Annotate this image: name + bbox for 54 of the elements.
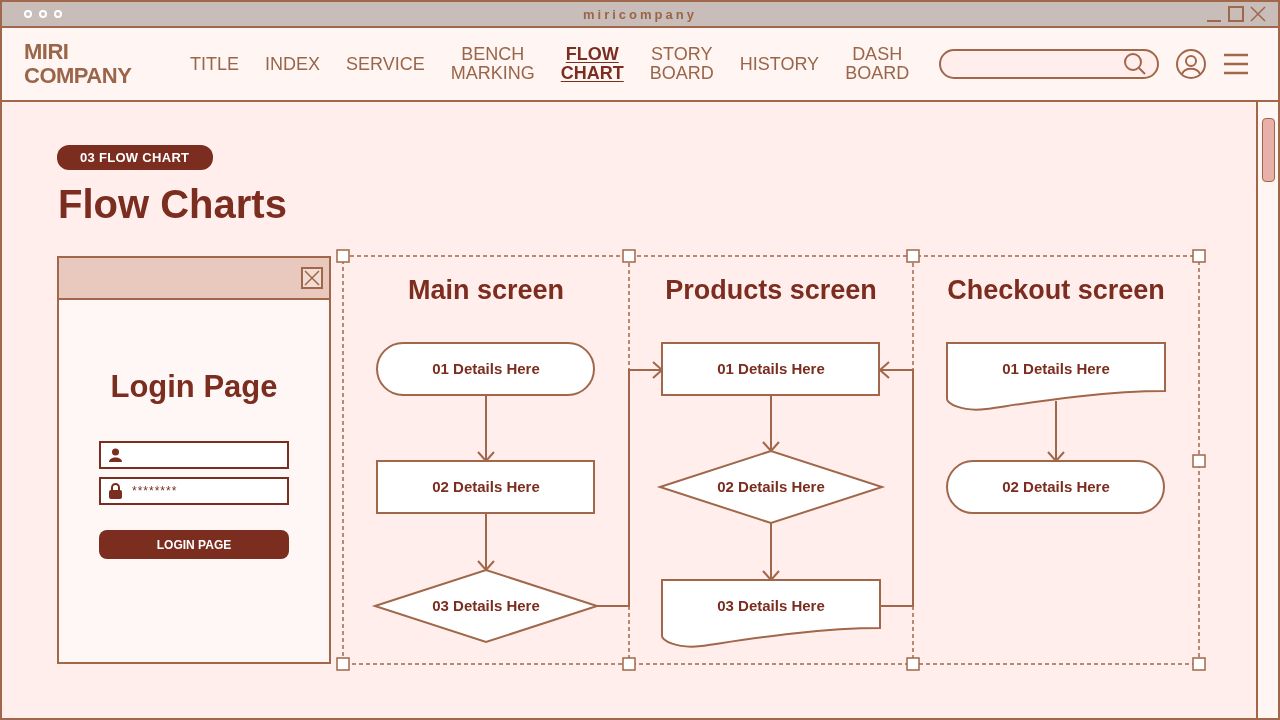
user-icon	[109, 448, 122, 462]
selection-handle[interactable]	[906, 657, 920, 671]
menu-icon[interactable]	[1223, 52, 1250, 76]
selection-handle[interactable]	[336, 249, 350, 263]
window-dot[interactable]	[39, 10, 47, 18]
document-shape: 01 Details Here	[946, 342, 1166, 411]
login-title: Login Page	[110, 369, 278, 405]
terminal-node: 02 Details Here	[946, 460, 1165, 514]
column-title: Products screen	[665, 275, 877, 305]
window-title: miricompany	[583, 6, 697, 22]
password-value: ********	[132, 484, 178, 498]
lock-icon	[109, 483, 122, 499]
selection-handle[interactable]	[906, 249, 920, 263]
process-box: 01 Details Here	[661, 342, 880, 396]
selection-handle[interactable]	[336, 657, 350, 671]
nav-link[interactable]: TITLE	[190, 54, 239, 74]
nav-link[interactable]: FLOW CHART	[560, 45, 624, 83]
search-icon[interactable]	[1123, 52, 1148, 76]
close-icon[interactable]	[1250, 6, 1266, 22]
nav-link[interactable]: DASH BOARD	[845, 45, 910, 83]
selection-handle[interactable]	[1192, 454, 1206, 468]
connector-arrow	[1047, 400, 1065, 463]
terminal-node: 01 Details Here	[376, 342, 595, 396]
selection-handle[interactable]	[622, 657, 636, 671]
column-title: Main screen	[407, 275, 565, 305]
selection-handle[interactable]	[1192, 657, 1206, 671]
connector-arrow	[762, 522, 780, 582]
connector-arrow	[762, 394, 780, 453]
connector-arrow	[477, 394, 495, 463]
user-icon[interactable]	[1175, 48, 1208, 80]
maximize-icon[interactable]	[1228, 6, 1244, 22]
scroll-thumb[interactable]	[1262, 118, 1275, 182]
username-field[interactable]	[99, 441, 289, 469]
scrollbar[interactable]	[1256, 102, 1278, 718]
selection-handle[interactable]	[622, 249, 636, 263]
nav-link[interactable]: HISTORY	[739, 54, 820, 74]
selection-handle[interactable]	[1192, 249, 1206, 263]
logo[interactable]: MIRI COMPANY	[24, 40, 164, 88]
nav-link[interactable]: STORY BOARD	[649, 45, 714, 83]
section-badge: 03 FLOW CHART	[57, 145, 214, 170]
window-dot[interactable]	[24, 10, 32, 18]
nav-link[interactable]: BENCH MARKING	[450, 45, 535, 83]
process-box: 02 Details Here	[376, 460, 595, 514]
password-field[interactable]: ********	[99, 477, 289, 505]
nav-link[interactable]: INDEX	[265, 54, 321, 74]
nav-link[interactable]: SERVICE	[346, 54, 425, 74]
page-title: Flow Charts	[58, 181, 288, 228]
login-button[interactable]: LOGIN PAGE	[99, 530, 289, 559]
search-field[interactable]	[939, 49, 1160, 79]
column-title: Checkout screen	[947, 275, 1165, 305]
window-dot[interactable]	[54, 10, 62, 18]
connector-arrow	[477, 512, 495, 572]
decision-diamond: 02 Details Here	[656, 449, 886, 525]
document-shape: 03 Details Here	[661, 579, 881, 648]
